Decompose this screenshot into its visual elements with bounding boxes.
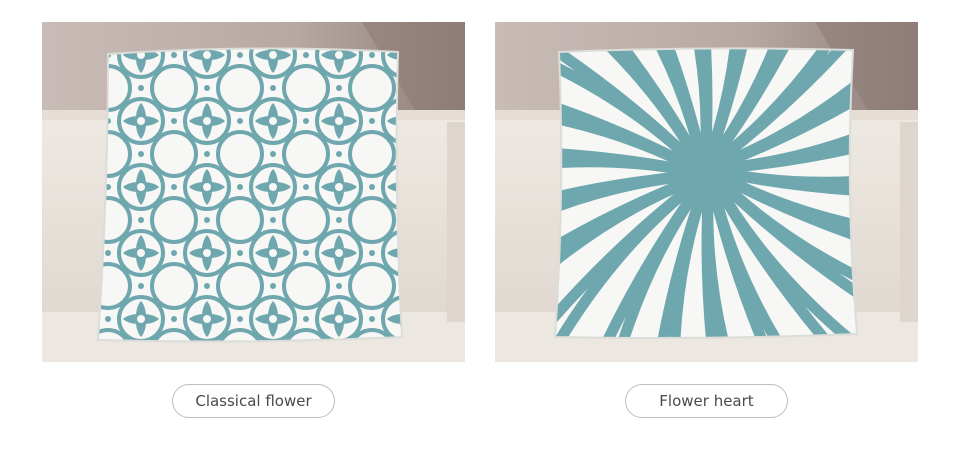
option-label: Classical flower	[195, 392, 312, 410]
option-classical-flower-button[interactable]: Classical flower	[172, 384, 335, 418]
product-image-flower-heart[interactable]	[495, 22, 918, 362]
pillow-classical-flower-photo	[42, 22, 465, 362]
option-label: Flower heart	[659, 392, 754, 410]
pillow-flower-heart-photo	[495, 22, 918, 362]
product-image-classical-flower[interactable]	[42, 22, 465, 362]
option-flower-heart-button[interactable]: Flower heart	[625, 384, 788, 418]
sunburst-center	[697, 162, 717, 182]
